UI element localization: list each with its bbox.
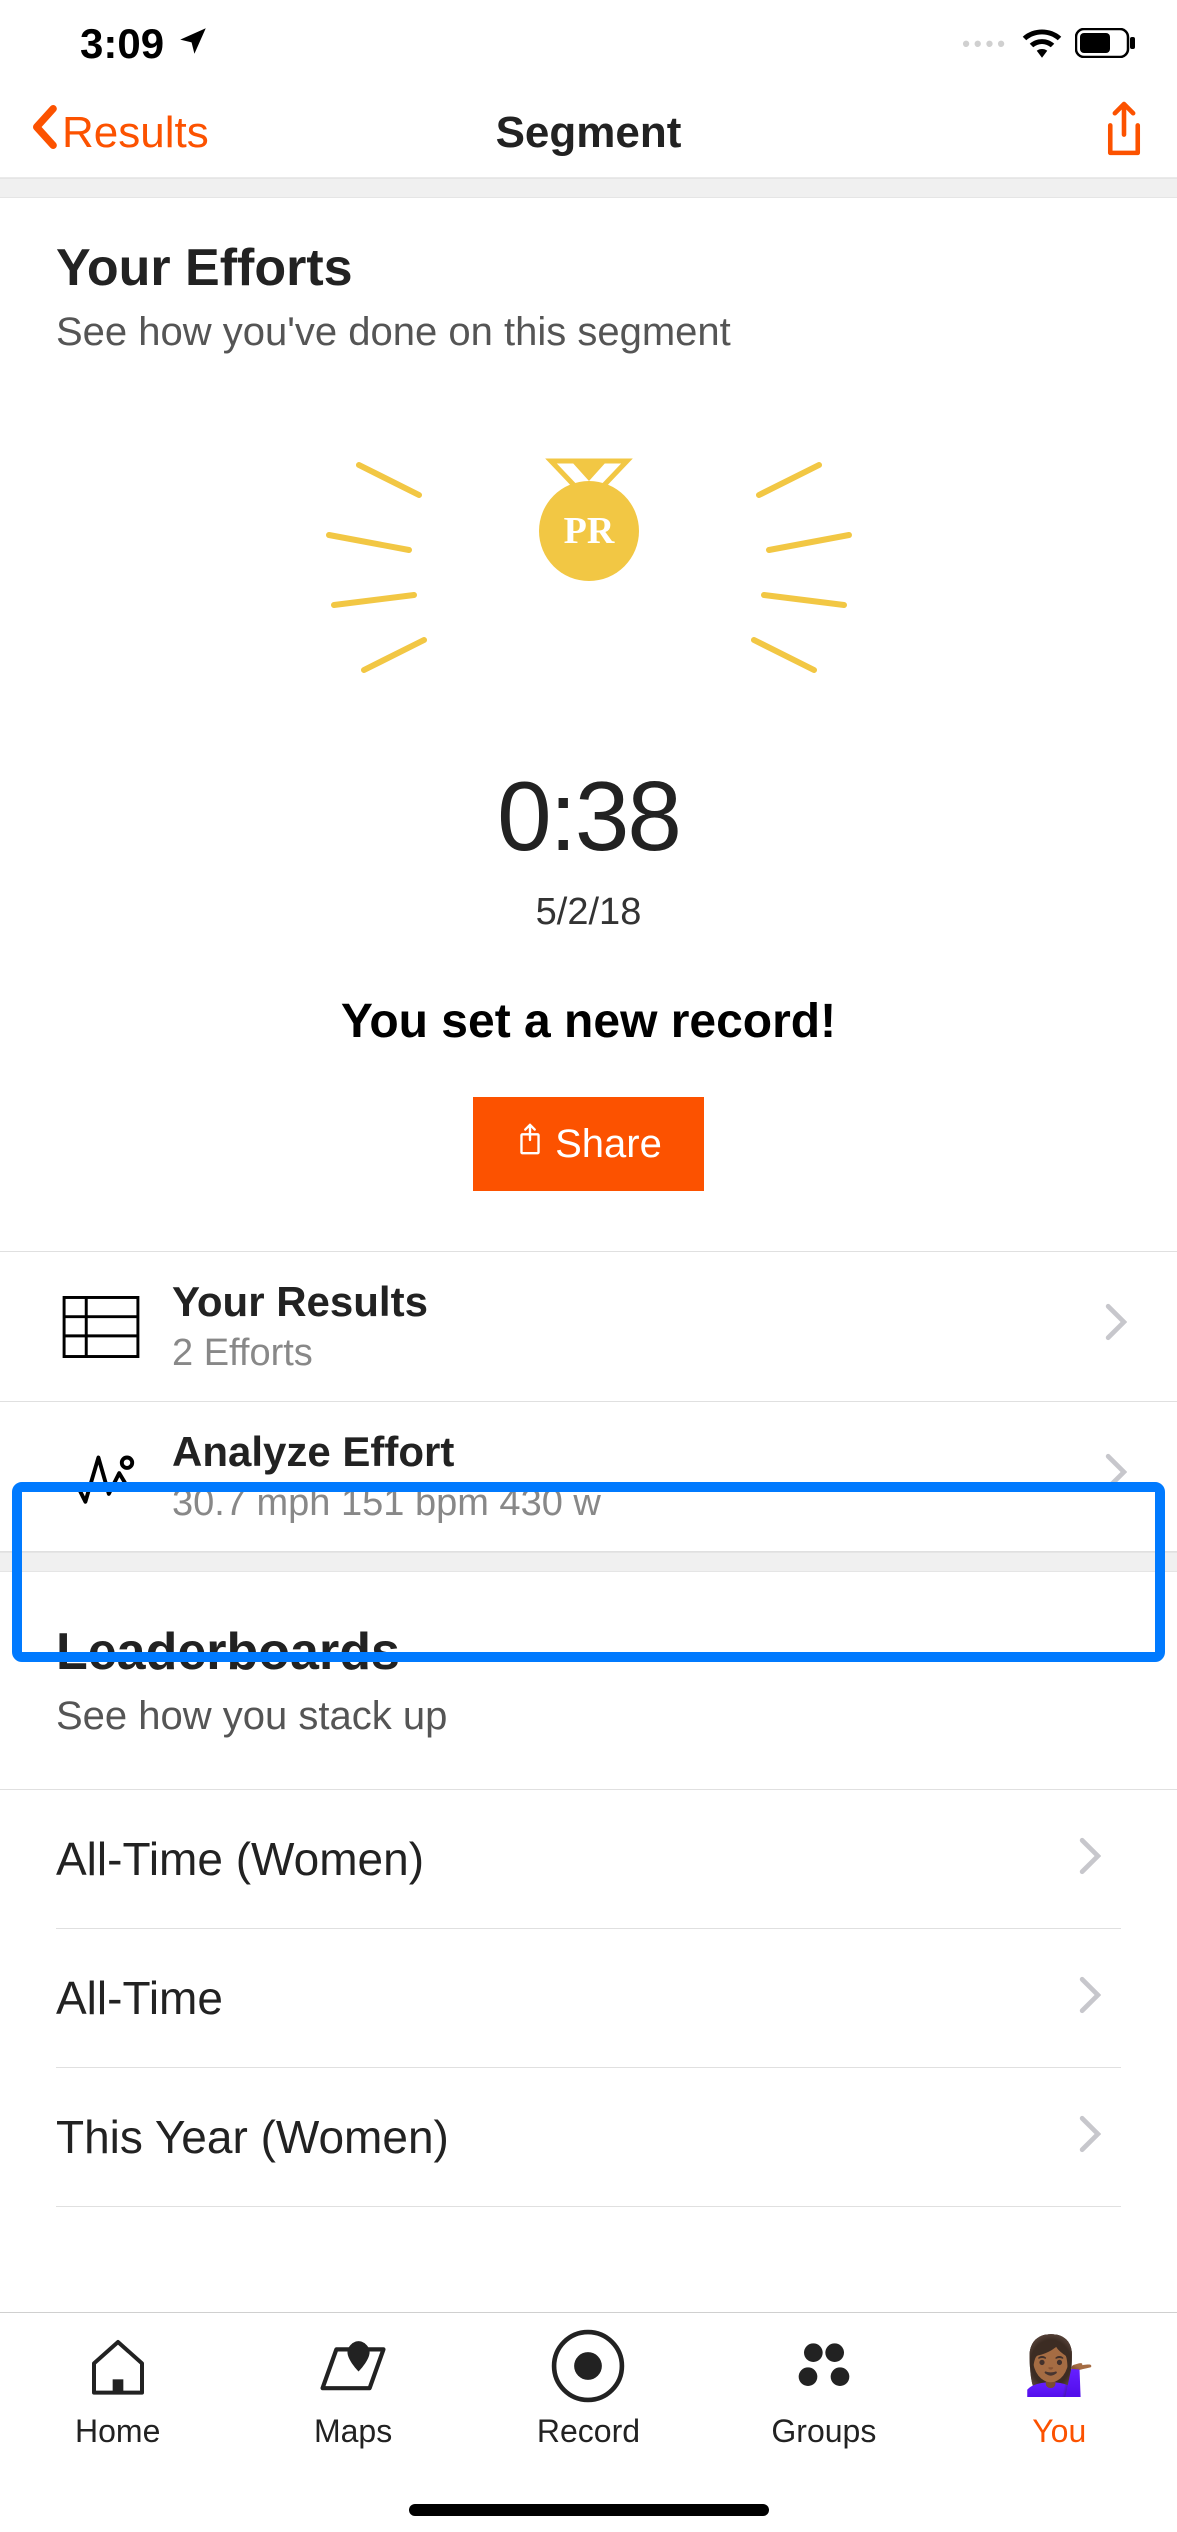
chevron-left-icon [30,105,58,160]
leaderboard-label: This Year (Women) [56,2110,449,2164]
home-icon [86,2329,150,2403]
tab-maps[interactable]: Maps [235,2329,470,2532]
record-icon [551,2329,625,2403]
tab-label: Home [75,2413,160,2450]
leaderboard-label: All-Time [56,1971,223,2025]
tab-label: Maps [314,2413,392,2450]
pr-badge-graphic: PR [299,435,879,725]
tab-label: Record [537,2413,640,2450]
home-indicator [409,2504,769,2516]
back-button[interactable]: Results [30,105,209,160]
leaderboard-label: All-Time (Women) [56,1832,424,1886]
analyze-sub: 30.7 mph 151 bpm 430 w [172,1482,1105,1525]
chevron-right-icon [1079,1832,1101,1886]
section-divider [0,178,1177,198]
leaderboard-row[interactable]: This Year (Women) [56,2068,1121,2207]
analyze-icon [56,1449,146,1505]
avatar-icon: 💁🏾‍♀️ [1023,2329,1095,2403]
share-button[interactable] [1101,101,1147,164]
wifi-icon [1021,20,1063,68]
leaderboard-row[interactable]: All-Time (Women) [56,1790,1121,1929]
record-message: You set a new record! [0,994,1177,1049]
leaderboards-heading: Leaderboards [56,1622,1121,1682]
tab-label: You [1032,2413,1086,2450]
pr-time: 0:38 [0,760,1177,873]
location-icon [176,20,210,68]
tab-groups[interactable]: Groups [706,2329,941,2532]
table-icon [56,1296,146,1358]
share-label: Share [555,1122,662,1167]
chevron-right-icon [1079,1971,1101,2025]
your-results-row[interactable]: Your Results 2 Efforts [0,1252,1177,1402]
navbar: Results Segment [0,88,1177,178]
groups-icon [792,2329,856,2403]
battery-icon [1075,20,1137,68]
tab-record[interactable]: Record [471,2329,706,2532]
chevron-right-icon [1105,1303,1157,1351]
status-bar: 3:09 •••• [0,0,1177,88]
analyze-title: Analyze Effort [172,1428,1105,1476]
page-title: Segment [496,108,682,158]
tab-home[interactable]: Home [0,2329,235,2532]
pr-area: PR PR 0:38 5/2/18 You set a new record! … [0,375,1177,1221]
pr-date: 5/2/18 [0,891,1177,934]
svg-text:PR: PR [563,510,614,552]
share-icon [515,1121,545,1167]
analyze-effort-row[interactable]: Analyze Effort 30.7 mph 151 bpm 430 w [0,1402,1177,1552]
tab-label: Groups [771,2413,876,2450]
efforts-sub: See how you've done on this segment [56,310,1121,355]
share-pr-button[interactable]: Share [473,1097,704,1191]
chevron-right-icon [1079,2110,1101,2164]
tab-you[interactable]: 💁🏾‍♀️ You [942,2329,1177,2532]
your-results-title: Your Results [172,1278,1105,1326]
back-label: Results [62,108,209,158]
status-time: 3:09 [80,20,164,68]
leaderboard-row[interactable]: All-Time [56,1929,1121,2068]
cell-signal-icon: •••• [962,31,1009,57]
section-divider [0,1552,1177,1572]
tab-bar: Home Maps Record Groups 💁🏾‍♀️ You [0,2312,1177,2532]
efforts-heading: Your Efforts [56,238,1121,298]
maps-icon [317,2329,389,2403]
leaderboards-sub: See how you stack up [56,1694,1121,1739]
chevron-right-icon [1105,1453,1157,1501]
your-results-sub: 2 Efforts [172,1332,1105,1375]
